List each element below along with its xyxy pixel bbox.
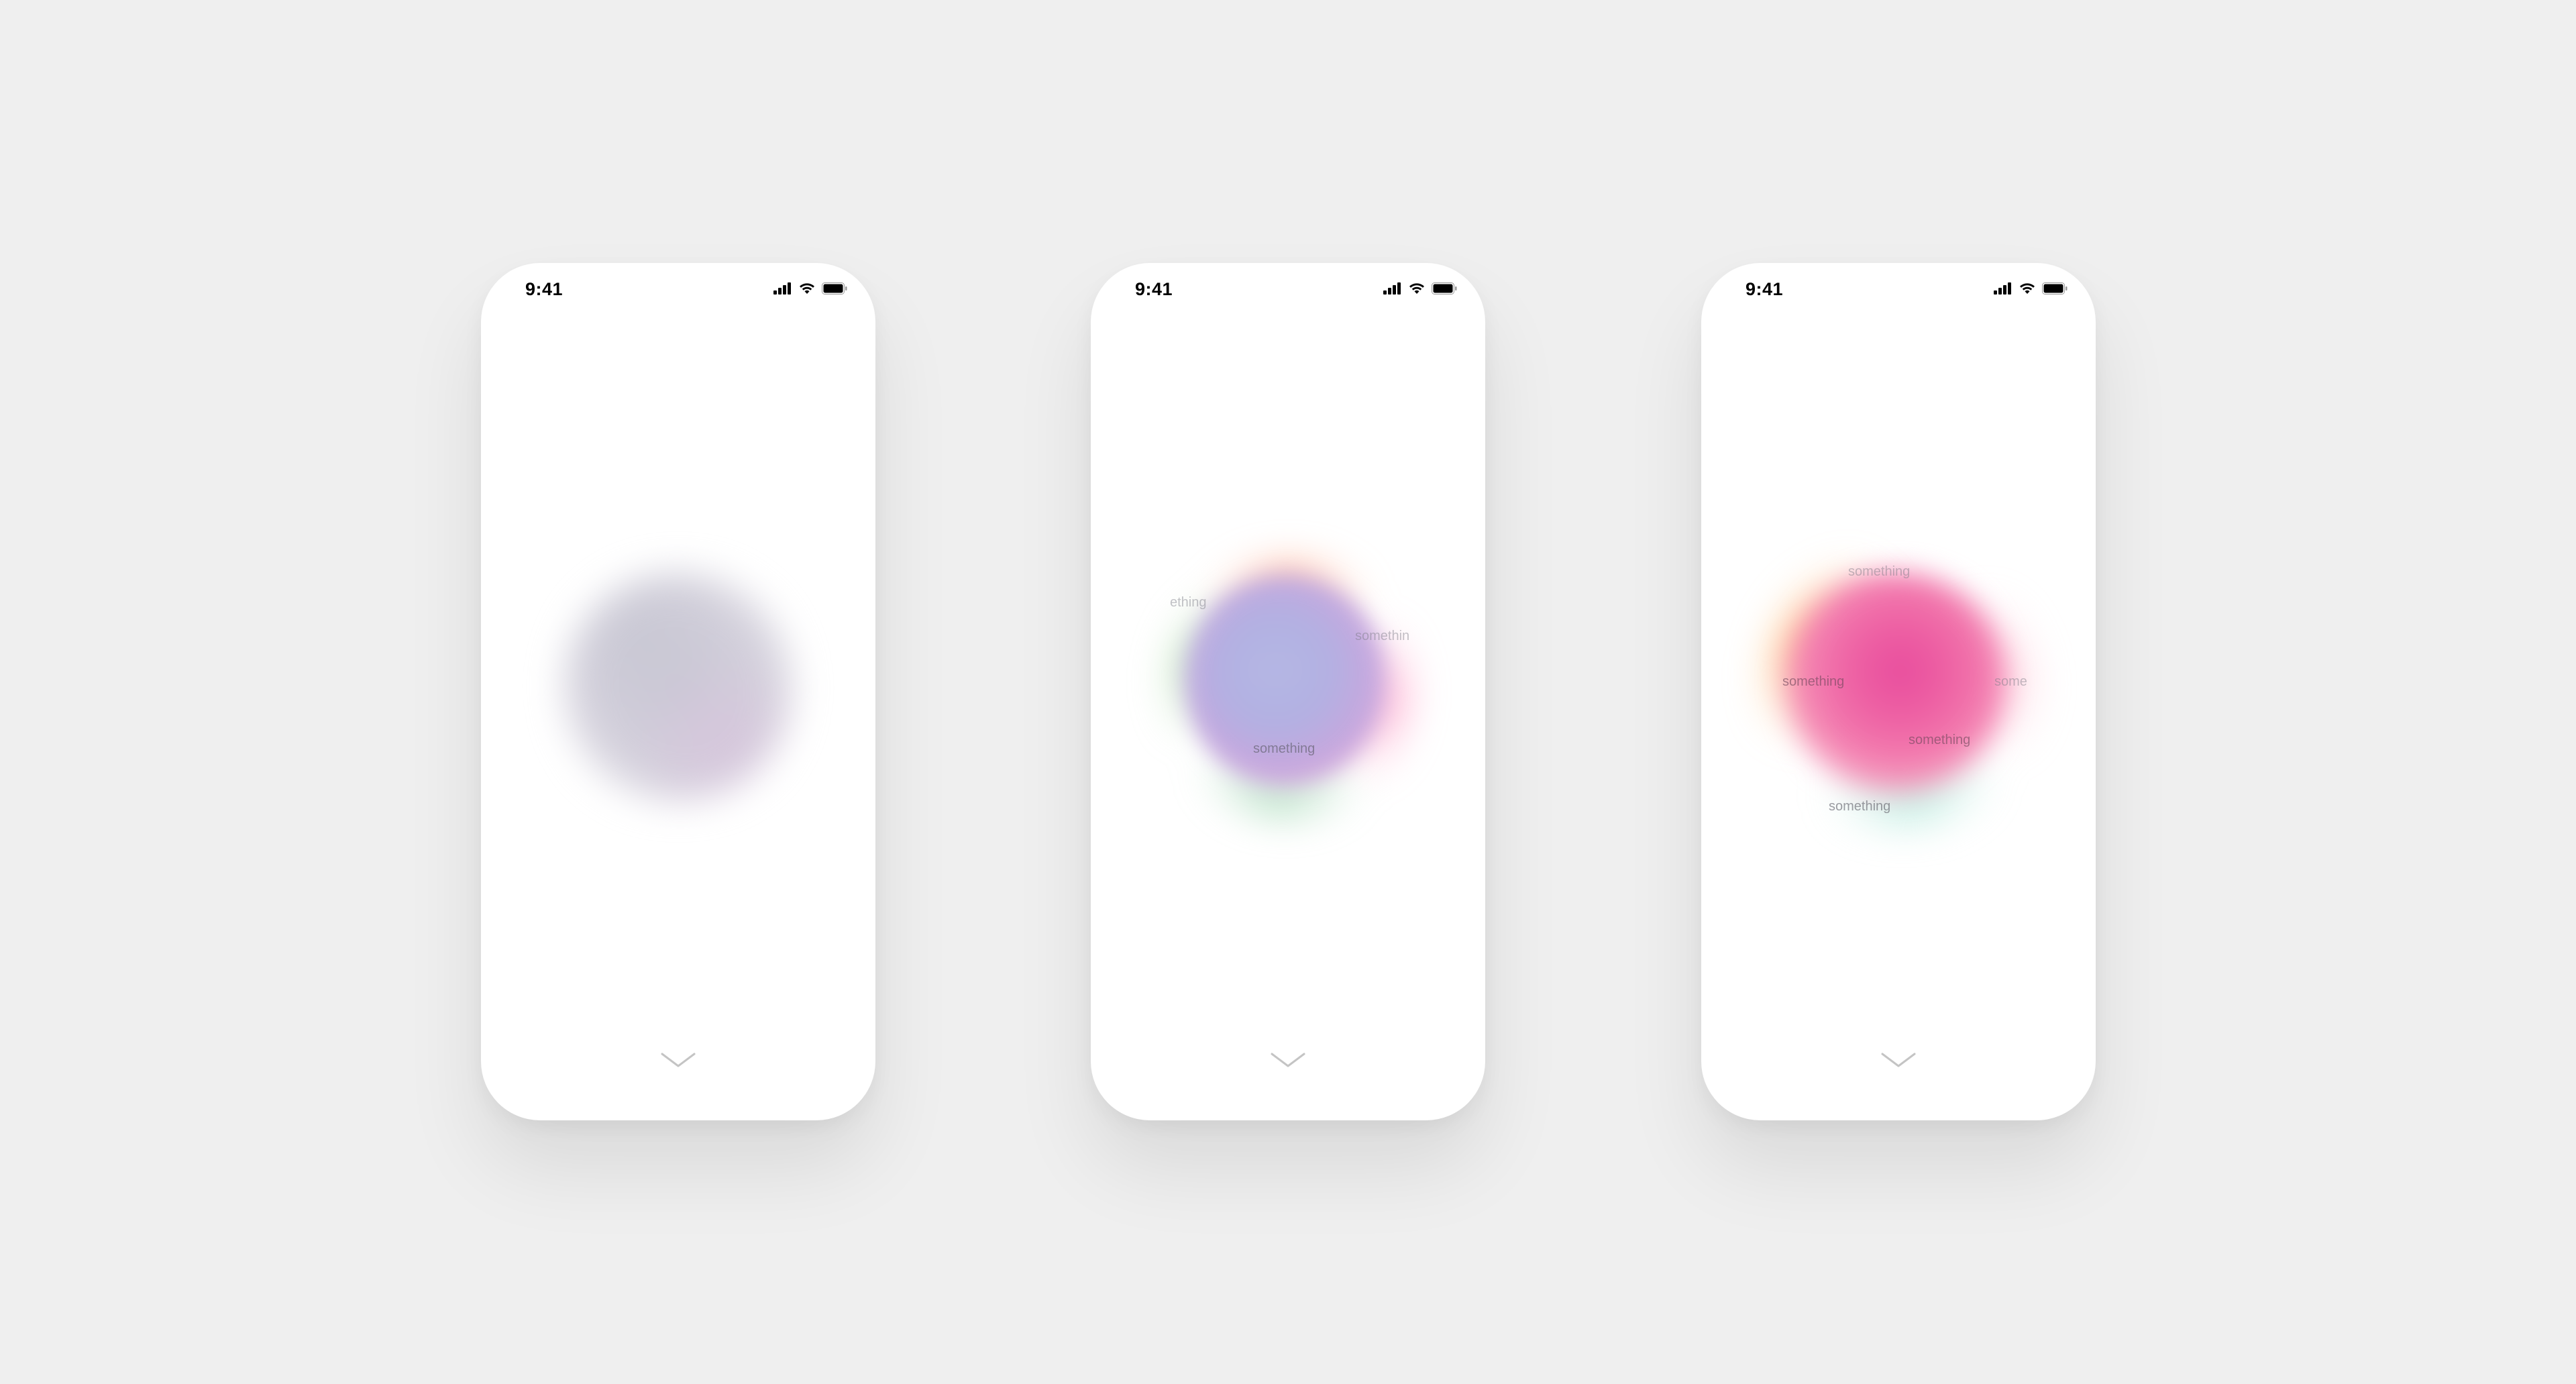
orb-label: somethin: [1355, 629, 1410, 643]
orb-label: something: [1829, 799, 1891, 814]
orb-label: ething: [1170, 595, 1207, 610]
status-bar: 9:41: [1091, 263, 1485, 314]
battery-icon: [822, 282, 847, 298]
canvas: 9:41 9:41 ething somethin something 9:41…: [0, 0, 2576, 1384]
chevron-down-icon[interactable]: [661, 1052, 696, 1068]
orb-label: something: [1848, 564, 1911, 579]
status-time: 9:41: [525, 279, 564, 299]
chevron-down-icon[interactable]: [1271, 1052, 1305, 1068]
status-time: 9:41: [1746, 279, 1784, 299]
battery-icon: [1432, 282, 1457, 298]
orb-label: something: [1909, 733, 1971, 747]
orb-label: something: [1253, 741, 1316, 756]
status-icons: [1383, 282, 1457, 298]
status-bar: 9:41: [1701, 263, 2096, 314]
phone-screen-2: 9:41 ething somethin something: [1091, 263, 1485, 1120]
orb-label: some: [1994, 674, 2027, 689]
status-icons: [1994, 282, 2068, 298]
cellular-signal-icon: [1994, 282, 2012, 298]
voice-orb[interactable]: [563, 572, 794, 802]
cellular-signal-icon: [1383, 282, 1402, 298]
wifi-icon: [2019, 282, 2035, 298]
status-time: 9:41: [1135, 279, 1173, 299]
status-bar: 9:41: [481, 263, 875, 314]
phone-screen-3: 9:41 something something some something …: [1701, 263, 2096, 1120]
phone-screen-1: 9:41: [481, 263, 875, 1120]
cellular-signal-icon: [773, 282, 792, 298]
orb-label: something: [1782, 674, 1845, 689]
wifi-icon: [799, 282, 815, 298]
wifi-icon: [1409, 282, 1425, 298]
status-icons: [773, 282, 847, 298]
battery-icon: [2042, 282, 2068, 298]
chevron-down-icon[interactable]: [1881, 1052, 1916, 1068]
